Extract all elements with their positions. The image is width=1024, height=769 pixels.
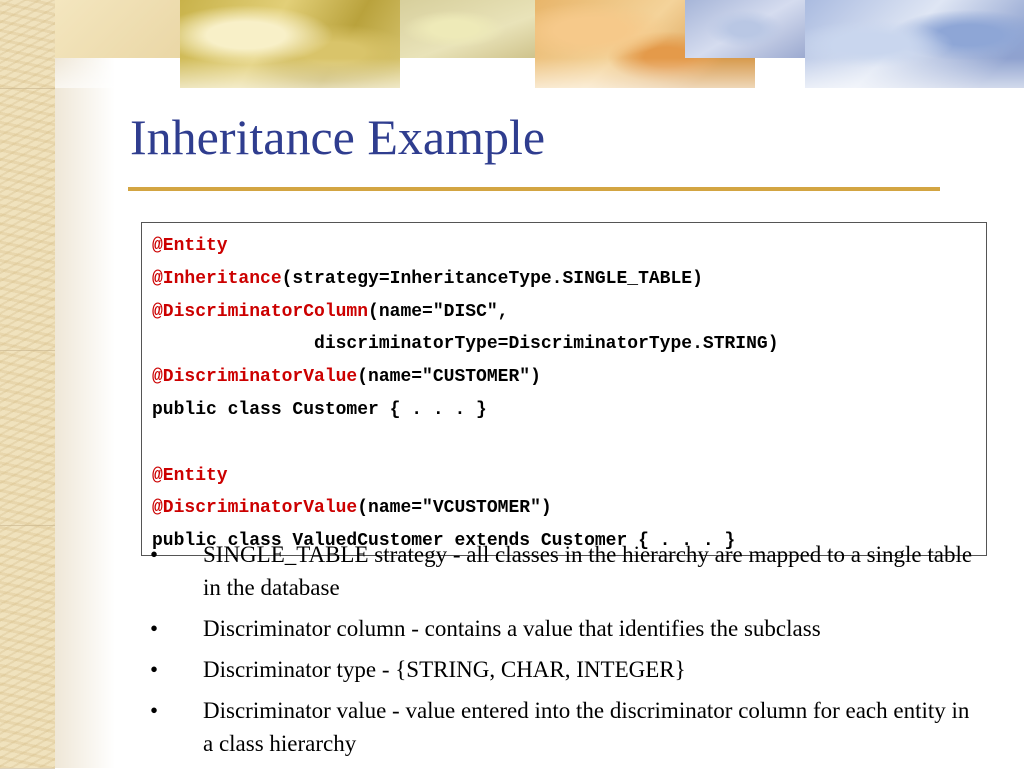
strip-segment — [0, 525, 55, 769]
code-annotation: @DiscriminatorColumn — [152, 301, 369, 322]
bullet-text: Discriminator column - contains a value … — [203, 616, 821, 641]
title-underline — [128, 187, 940, 191]
strip-segment — [0, 350, 55, 526]
code-text: (name="DISC", — [368, 301, 509, 322]
code-line: public class Customer { . . . } — [152, 394, 779, 427]
code-text: (name="CUSTOMER") — [357, 367, 541, 388]
bullet-dot-icon: • — [150, 698, 159, 723]
code-line: @Entity — [152, 230, 779, 263]
left-fade — [55, 0, 115, 768]
code-annotation: @DiscriminatorValue — [152, 498, 358, 519]
code-line: @DiscriminatorValue(name="VCUSTOMER") — [152, 492, 779, 525]
bullet-text: SINGLE_TABLE strategy - all classes in t… — [203, 542, 973, 600]
left-decorative-strip — [0, 0, 55, 769]
code-text: (strategy=InheritanceType.SINGLE_TABLE) — [281, 268, 703, 289]
code-annotation: @DiscriminatorValue — [152, 367, 358, 388]
bullet-dot-icon: • — [150, 542, 159, 567]
code-line: discriminatorType=DiscriminatorType.STRI… — [152, 328, 779, 361]
bullet-dot-icon: • — [150, 616, 159, 641]
band-tile — [685, 0, 805, 58]
bullet-item: • Discriminator value - value entered int… — [150, 694, 980, 760]
band-fade — [55, 58, 1024, 88]
bullet-text: Discriminator value - value entered into… — [203, 698, 970, 756]
strip-segment — [0, 0, 55, 89]
code-block: @Entity @Inheritance(strategy=Inheritance… — [152, 230, 779, 558]
bullet-text: Discriminator type - {STRING, CHAR, INTE… — [203, 657, 686, 682]
band-tile — [55, 0, 180, 58]
code-text: (name="VCUSTOMER") — [357, 498, 552, 519]
bullet-list: • SINGLE_TABLE strategy - all classes in … — [150, 538, 980, 768]
bullet-item: • Discriminator column - contains a value… — [150, 612, 980, 645]
code-line: @Entity — [152, 460, 779, 493]
code-annotation: @Inheritance — [152, 268, 282, 289]
bullet-item: • SINGLE_TABLE strategy - all classes in … — [150, 538, 980, 604]
strip-segment — [0, 88, 55, 351]
code-line: @Inheritance(strategy=InheritanceType.SI… — [152, 263, 779, 296]
bullet-item: • Discriminator type - {STRING, CHAR, INT… — [150, 653, 980, 686]
band-tile — [400, 0, 535, 58]
code-text: discriminatorType=DiscriminatorType.STRI… — [152, 334, 779, 355]
code-line: @DiscriminatorColumn(name="DISC", — [152, 296, 779, 329]
bullet-dot-icon: • — [150, 657, 159, 682]
code-annotation: @Entity — [152, 465, 228, 486]
code-line: @DiscriminatorValue(name="CUSTOMER") — [152, 361, 779, 394]
code-annotation: @Entity — [152, 236, 228, 256]
slide-title: Inheritance Example — [130, 109, 546, 165]
code-text: public class Customer { . . . } — [152, 399, 487, 420]
